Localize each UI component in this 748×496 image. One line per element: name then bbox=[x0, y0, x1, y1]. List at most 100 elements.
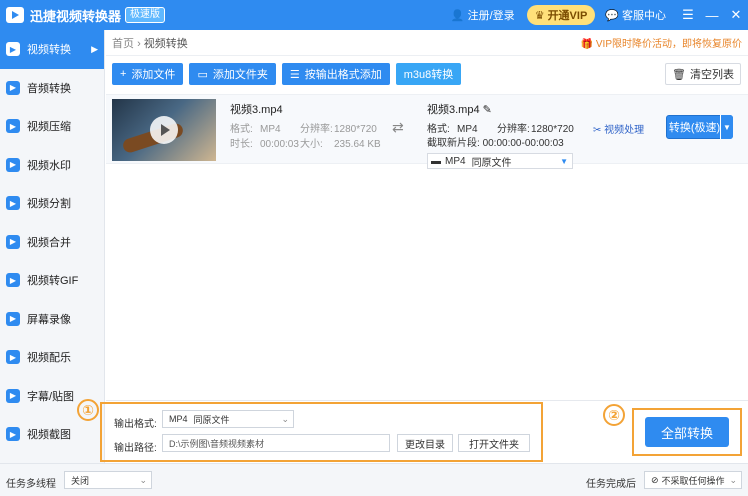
output-path-label: 输出路径: bbox=[114, 443, 157, 454]
threads-value: 关闭 bbox=[71, 475, 90, 486]
output-format: MP4 bbox=[457, 124, 478, 135]
clear-list-button[interactable]: 🗑 清空列表 bbox=[665, 63, 741, 85]
sidebar-item-label: 视频配乐 bbox=[27, 352, 71, 365]
app-title: 迅捷视频转换器 bbox=[30, 8, 122, 24]
output-file-name-text: 视频3.mp4 bbox=[427, 104, 480, 116]
output-select-format: MP4 bbox=[445, 155, 466, 167]
format-label: 格式: bbox=[230, 124, 253, 135]
gif-icon: ▶ bbox=[6, 273, 20, 288]
add-folder-button[interactable]: ▭ 添加文件夹 bbox=[189, 63, 276, 85]
output-format-label: 格式: bbox=[427, 124, 450, 135]
threads-label: 任务多线程 bbox=[6, 479, 56, 490]
output-format-label: 输出格式: bbox=[114, 419, 157, 430]
sidebar-item-3[interactable]: ▶ 视频水印 bbox=[0, 146, 104, 185]
film-icon: ▬ bbox=[431, 155, 441, 167]
edition-badge: 极速版 bbox=[125, 7, 166, 23]
chevron-down-icon: ⌄ bbox=[281, 413, 289, 424]
source-size: 235.64 KB bbox=[334, 139, 381, 150]
output-format-quality: 同原文件 bbox=[193, 414, 230, 425]
play-icon[interactable] bbox=[150, 116, 178, 144]
user-icon: 👤 bbox=[450, 9, 465, 22]
source-duration: 00:00:03 bbox=[260, 139, 299, 150]
cut-range-value: 00:00:00-00:00:03 bbox=[482, 138, 564, 149]
sidebar-item-2[interactable]: ▶ 视频压缩 bbox=[0, 107, 104, 146]
promo-link[interactable]: 🎁 VIP限时降价活动，即将恢复原价 bbox=[581, 35, 742, 50]
source-resolution: 1280*720 bbox=[334, 124, 377, 135]
chevron-down-icon: ⌄ bbox=[139, 474, 147, 485]
sidebar-item-5[interactable]: ▶ 视频合并 bbox=[0, 223, 104, 262]
breadcrumb-current: 视频转换 bbox=[143, 37, 188, 50]
sidebar-item-label: 视频转GIF bbox=[27, 275, 79, 288]
chevron-down-icon: ▼ bbox=[560, 156, 568, 166]
sidebar-item-7[interactable]: ▶ 屏幕录像 bbox=[0, 300, 104, 339]
watermark-icon: ▶ bbox=[6, 157, 20, 172]
scissors-icon: ✂ bbox=[593, 125, 605, 136]
resolution-label: 分辨率: bbox=[300, 124, 333, 135]
sidebar-item-label: 视频压缩 bbox=[27, 121, 71, 134]
breadcrumb-home[interactable]: 首页 bbox=[112, 38, 134, 50]
video-process-label: 视频处理 bbox=[604, 125, 645, 136]
crown-icon: ♛ bbox=[534, 9, 545, 22]
source-format: MP4 bbox=[260, 124, 281, 135]
add-file-button[interactable]: + 添加文件 bbox=[112, 63, 184, 85]
app-logo-icon bbox=[6, 7, 24, 23]
output-select-quality: 同原文件 bbox=[471, 157, 512, 169]
marker-1: ① bbox=[77, 399, 99, 421]
sidebar-item-label: 字幕/贴图 bbox=[27, 390, 75, 403]
sidebar-item-0[interactable]: ▶ 视频转换 ▶ bbox=[0, 30, 104, 69]
video-process-button[interactable]: ✂ 视频处理 bbox=[593, 121, 644, 136]
add-file-label: 添加文件 bbox=[131, 69, 176, 81]
title-bar: 迅捷视频转换器 极速版 👤 注册/登录 ♛ 开通VIP 💬 客服中心 ☰ — ✕ bbox=[0, 0, 748, 30]
close-button[interactable]: ✕ bbox=[724, 7, 748, 23]
sidebar-item-8[interactable]: ▶ 视频配乐 bbox=[0, 338, 104, 377]
sidebar-item-6[interactable]: ▶ 视频转GIF bbox=[0, 261, 104, 300]
vip-button[interactable]: ♛ 开通VIP bbox=[526, 5, 596, 25]
cut-range: 截取新片段: 00:00:00-00:00:03 bbox=[427, 137, 597, 151]
edit-name-icon[interactable]: ✎ bbox=[483, 104, 492, 116]
convert-dropdown-icon[interactable]: ▼ bbox=[720, 115, 733, 139]
music-icon: ▶ bbox=[6, 350, 20, 365]
plus-icon: + bbox=[120, 68, 127, 80]
convert-all-button[interactable]: 全部转换 bbox=[645, 417, 729, 447]
output-resolution: 1280*720 bbox=[531, 124, 574, 135]
breadcrumb: 首页 › 视频转换 🎁 VIP限时降价活动，即将恢复原价 bbox=[106, 30, 748, 56]
add-folder-label: 添加文件夹 bbox=[212, 69, 268, 81]
minimize-button[interactable]: — bbox=[700, 8, 724, 23]
output-file-name: 视频3.mp4 ✎ bbox=[427, 101, 597, 117]
threads-dropdown[interactable]: 关闭 ⌄ bbox=[64, 471, 152, 489]
output-resolution-label: 分辨率: bbox=[497, 124, 530, 135]
output-path-input[interactable]: D:\示例图\音频视频素材 bbox=[162, 434, 390, 452]
service-button[interactable]: 💬 客服中心 bbox=[605, 7, 666, 23]
video-thumbnail[interactable] bbox=[112, 99, 216, 161]
list-icon: ☰ bbox=[289, 68, 300, 81]
sidebar-item-4[interactable]: ▶ 视频分割 bbox=[0, 184, 104, 223]
screen-record-icon: ▶ bbox=[6, 311, 20, 326]
video-convert-icon: ▶ bbox=[6, 42, 20, 57]
output-format-value: MP4 bbox=[169, 414, 188, 424]
service-label: 客服中心 bbox=[622, 10, 666, 22]
screenshot-icon: ▶ bbox=[6, 427, 20, 442]
convert-label: 转换(极速) bbox=[668, 122, 721, 134]
add-by-format-label: 按输出格式添加 bbox=[304, 69, 382, 81]
sidebar-item-label: 视频水印 bbox=[27, 159, 71, 172]
sidebar-item-label: 视频截图 bbox=[27, 429, 71, 442]
output-info: 视频3.mp4 ✎ 格式: MP4 分辨率: 1280*720 截取新片段: 0… bbox=[427, 101, 597, 169]
chevron-right-icon: ▶ bbox=[91, 43, 98, 54]
login-button[interactable]: 👤 注册/登录 bbox=[451, 7, 515, 23]
add-by-format-button[interactable]: ☰ 按输出格式添加 bbox=[281, 63, 390, 85]
m3u8-label: m3u8转换 bbox=[403, 69, 454, 81]
output-format-dropdown[interactable]: MP4 同原文件 ⌄ bbox=[162, 410, 294, 428]
sidebar-item-label: 视频转换 bbox=[27, 44, 71, 57]
sidebar-item-1[interactable]: ▶ 音频转换 bbox=[0, 69, 104, 108]
chevron-down-icon: ⌄ bbox=[729, 474, 737, 485]
open-folder-button[interactable]: 打开文件夹 bbox=[458, 434, 530, 452]
compress-icon: ▶ bbox=[6, 119, 20, 134]
m3u8-button[interactable]: m3u8转换 bbox=[395, 63, 462, 85]
output-format-select[interactable]: ▬ MP4 同原文件 ▼ bbox=[427, 153, 573, 169]
status-bar: 任务多线程 关闭 ⌄ 任务完成后 ⊘ 不采取任何操作 ⌄ bbox=[0, 463, 748, 496]
sidebar-item-label: 视频合并 bbox=[27, 236, 71, 249]
change-directory-button[interactable]: 更改目录 bbox=[397, 434, 453, 452]
gift-icon: 🎁 bbox=[580, 39, 596, 50]
menu-button[interactable]: ☰ bbox=[676, 7, 700, 23]
after-task-dropdown[interactable]: ⊘ 不采取任何操作 ⌄ bbox=[644, 471, 742, 489]
